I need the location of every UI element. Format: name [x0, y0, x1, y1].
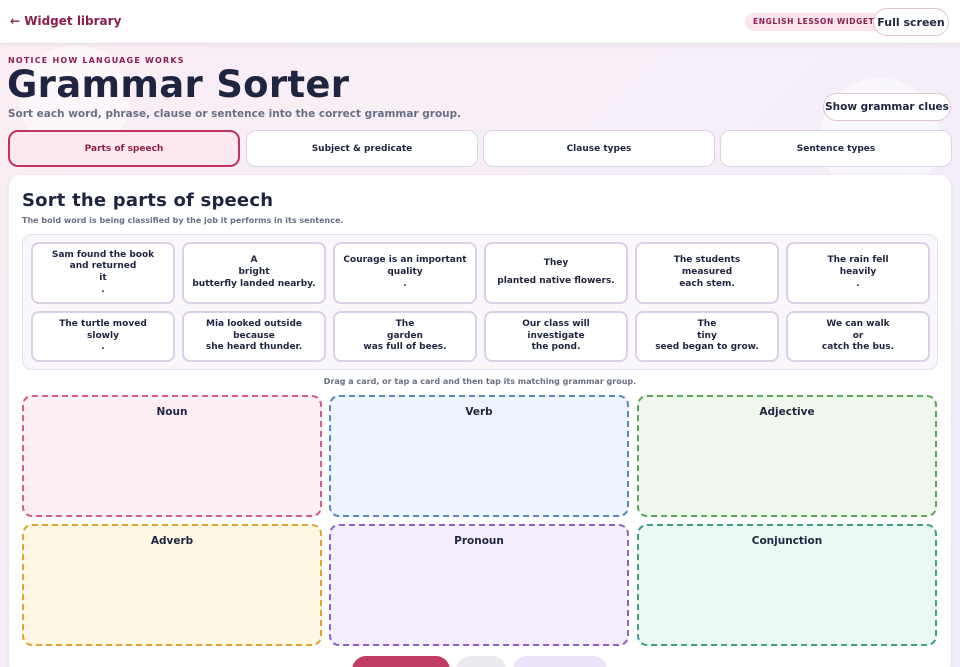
sort-card[interactable]: They planted native flowers.	[484, 242, 628, 304]
sort-card[interactable]: The rain fell heavily .	[786, 242, 930, 304]
sort-card[interactable]: Sam found the book and returned it .	[31, 242, 175, 304]
drop-zone-label: Noun	[156, 406, 188, 418]
sort-card[interactable]: A bright butterfly landed nearby.	[182, 242, 326, 304]
top-bar: ← Widget library ENGLISH LESSON WIDGET F…	[0, 0, 960, 44]
drop-zone-label: Conjunction	[751, 535, 823, 547]
tab-parts-of-speech[interactable]: Parts of speech	[8, 130, 240, 167]
show-grammar-clues-button[interactable]: Show grammar clues	[823, 93, 951, 121]
sort-card[interactable]: Courage is an important quality .	[333, 242, 477, 304]
drop-zone-pronoun[interactable]: Pronoun	[329, 524, 629, 646]
sort-card[interactable]: We can walk or catch the bus.	[786, 311, 930, 362]
full-screen-button[interactable]: Full screen	[873, 8, 949, 36]
panel-description: The bold word is being classified by the…	[22, 216, 344, 225]
drop-zone-label: Pronoun	[454, 535, 504, 547]
card-tray: Sam found the book and returned it . A b…	[22, 234, 938, 370]
drop-zone-conjunction[interactable]: Conjunction	[637, 524, 937, 646]
tab-subject-predicate[interactable]: Subject & predicate	[246, 130, 478, 167]
sort-card[interactable]: The garden was full of bees.	[333, 311, 477, 362]
panel-title: Sort the parts of speech	[22, 190, 274, 211]
instruction-hint: Drag a card, or tap a card and then tap …	[323, 377, 637, 386]
drop-zone-label: Adjective	[759, 406, 815, 418]
tab-clause-types[interactable]: Clause types	[483, 130, 715, 167]
tertiary-action-button[interactable]	[513, 656, 607, 667]
sort-card[interactable]: The tiny seed began to grow.	[635, 311, 779, 362]
drop-zone-adverb[interactable]: Adverb	[22, 524, 322, 646]
tab-sentence-types[interactable]: Sentence types	[720, 130, 952, 167]
sort-card[interactable]: The students measured each stem.	[635, 242, 779, 304]
sort-card[interactable]: Mia looked outside because she heard thu…	[182, 311, 326, 362]
drop-zone-verb[interactable]: Verb	[329, 395, 629, 517]
sort-card[interactable]: Our class will investigate the pond.	[484, 311, 628, 362]
drop-zone-label: Verb	[465, 406, 493, 418]
secondary-action-button[interactable]	[456, 656, 506, 667]
sort-card[interactable]: The turtle moved slowly .	[31, 311, 175, 362]
mode-tabs: Parts of speech Subject & predicate Clau…	[8, 130, 952, 167]
widget-type-badge: ENGLISH LESSON WIDGET	[745, 13, 883, 31]
sorter-panel: Sort the parts of speech The bold word i…	[9, 175, 951, 667]
drop-zone-label: Adverb	[150, 535, 194, 547]
drop-zone-adjective[interactable]: Adjective	[637, 395, 937, 517]
drop-zone-noun[interactable]: Noun	[22, 395, 322, 517]
page-subtitle: Sort each word, phrase, clause or senten…	[8, 108, 462, 120]
primary-action-button[interactable]	[352, 656, 450, 667]
back-to-widget-library-link[interactable]: ← Widget library	[10, 14, 121, 28]
page-title: Grammar Sorter	[7, 63, 350, 106]
